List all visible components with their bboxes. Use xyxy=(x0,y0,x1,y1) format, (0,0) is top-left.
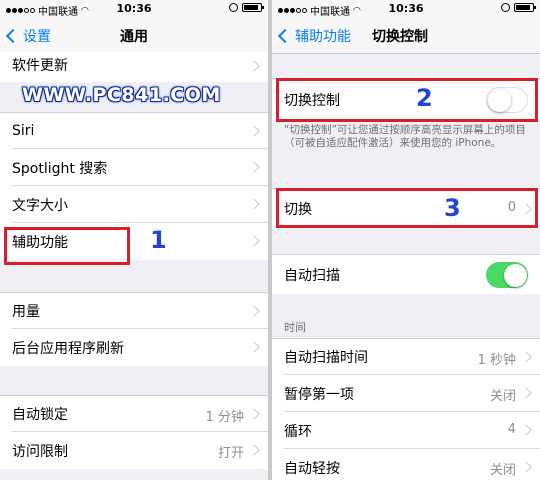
chevron-right-icon xyxy=(520,351,532,363)
navigation-bar: 辅助功能 切换控制 xyxy=(272,18,540,54)
row-software-update[interactable]: 软件更新 xyxy=(0,52,268,82)
row-restrictions[interactable]: 访问限制 打开 xyxy=(0,432,268,469)
battery-icon xyxy=(514,3,536,12)
switch-control-description: “切换控制”可让您通过按顺序高亮显示屏幕上的项目（可被自适应配件激活）来使用您的… xyxy=(284,124,526,149)
annotation-number: 2 xyxy=(416,84,433,112)
status-bar: 中国联通 ◠ 10:36 xyxy=(272,0,540,18)
alarm-icon xyxy=(229,3,238,12)
status-bar: 中国联通 ◠ 10:36 xyxy=(0,0,268,18)
toggle-knob xyxy=(504,263,527,287)
highlight-box-switches xyxy=(276,188,538,228)
chevron-right-icon xyxy=(248,235,260,247)
auto-scan-toggle[interactable] xyxy=(486,262,528,288)
section-header-timing: 时间 xyxy=(284,321,306,334)
chevron-right-icon xyxy=(248,161,260,173)
chevron-right-icon xyxy=(520,387,532,399)
row-label: 自动锁定 xyxy=(12,407,68,423)
chevron-right-icon xyxy=(248,125,260,137)
page-title: 切换控制 xyxy=(372,29,428,45)
row-label: 后台应用程序刷新 xyxy=(12,340,124,357)
highlight-box-switch-control xyxy=(276,78,538,122)
navigation-bar: 设置 通用 xyxy=(0,18,268,54)
row-label: 访问限制 xyxy=(12,443,68,460)
row-label: Siri xyxy=(12,123,35,139)
general-settings-screen: 中国联通 ◠ 10:36 设置 通用 软件更新 WWW.PC841.COM Si… xyxy=(0,0,268,480)
chevron-right-icon xyxy=(248,60,260,72)
row-label: 文字大小 xyxy=(12,197,68,214)
row-spotlight[interactable]: Spotlight 搜索 xyxy=(0,149,268,186)
chevron-right-icon xyxy=(248,341,260,353)
status-time: 10:36 xyxy=(388,2,424,15)
row-loops[interactable]: 循环 4 xyxy=(272,412,540,449)
row-siri[interactable]: Siri xyxy=(0,112,268,149)
status-time: 10:36 xyxy=(116,2,152,15)
chevron-right-icon xyxy=(248,408,260,420)
row-label: 自动扫描时间 xyxy=(284,350,368,366)
back-button[interactable]: 辅助功能 xyxy=(277,26,351,46)
row-label: 软件更新 xyxy=(12,58,68,74)
row-text-size[interactable]: 文字大小 xyxy=(0,186,268,223)
row-label: 循环 xyxy=(284,423,312,440)
row-value: 打开 xyxy=(217,446,244,461)
highlight-box-accessibility xyxy=(4,227,130,265)
row-value: 关闭 xyxy=(489,389,516,404)
row-label: 暂停第一项 xyxy=(284,386,354,403)
row-auto-scan[interactable]: 自动扫描 xyxy=(272,254,540,294)
row-value: 1 分钟 xyxy=(205,410,244,425)
row-value: 1 秒钟 xyxy=(477,353,516,368)
row-background-refresh[interactable]: 后台应用程序刷新 xyxy=(0,329,268,366)
row-label: 自动轻按 xyxy=(284,460,340,477)
chevron-right-icon xyxy=(520,424,532,436)
back-label: 辅助功能 xyxy=(295,29,351,45)
row-value: 关闭 xyxy=(489,463,516,478)
row-auto-tap[interactable]: 自动轻按 关闭 xyxy=(272,449,540,480)
alarm-icon xyxy=(501,3,510,12)
row-value: 4 xyxy=(507,422,516,437)
row-usage[interactable]: 用量 xyxy=(0,292,268,329)
row-label: Spotlight 搜索 xyxy=(12,160,108,177)
row-pause-first-item[interactable]: 暂停第一项 关闭 xyxy=(272,375,540,412)
row-auto-scan-time[interactable]: 自动扫描时间 1 秒钟 xyxy=(272,338,540,375)
chevron-right-icon xyxy=(248,198,260,210)
switch-control-screen: 中国联通 ◠ 10:36 辅助功能 切换控制 切换控制 2 “切换控制”可让您通… xyxy=(272,0,540,480)
row-label: 自动扫描 xyxy=(284,267,340,284)
chevron-right-icon xyxy=(248,305,260,317)
chevron-left-icon xyxy=(277,28,293,44)
watermark: WWW.PC841.COM xyxy=(22,84,221,106)
chevron-right-icon xyxy=(520,461,532,473)
annotation-number: 3 xyxy=(444,194,461,222)
annotation-number: 1 xyxy=(150,226,167,254)
battery-icon xyxy=(242,3,264,12)
chevron-right-icon xyxy=(248,444,260,456)
row-label: 用量 xyxy=(12,304,40,320)
page-title: 通用 xyxy=(120,29,148,45)
row-auto-lock[interactable]: 自动锁定 1 分钟 xyxy=(0,395,268,432)
